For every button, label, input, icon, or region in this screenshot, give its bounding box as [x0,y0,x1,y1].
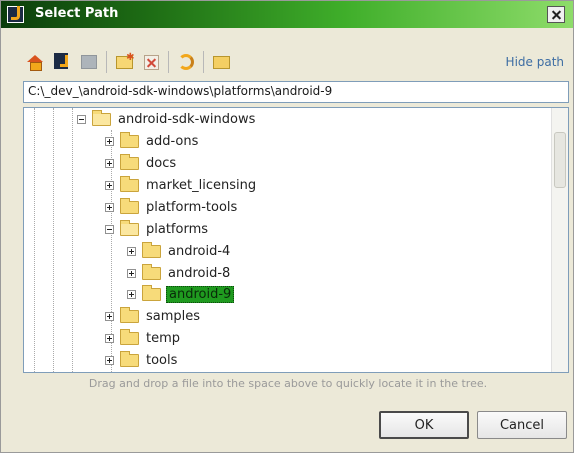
expand-icon[interactable] [105,158,114,168]
module-icon [81,55,97,69]
folder-icon [212,55,230,69]
delete-button[interactable] [139,50,163,74]
tree-node[interactable]: android-4 [127,241,232,261]
expand-icon[interactable] [127,289,136,299]
folder-icon [120,197,139,214]
folder-icon [120,131,139,148]
tree-node-label: android-sdk-windows [118,111,256,127]
tree-node[interactable]: add-ons [105,131,200,151]
tree-node-label: android-8 [168,265,231,281]
folder-icon [120,175,139,192]
toolbar [23,49,236,75]
folder-icon [120,328,139,345]
expand-icon[interactable] [127,268,136,278]
tree-node-label: temp [146,330,181,346]
expand-icon[interactable] [105,136,114,146]
collapse-icon[interactable] [77,114,86,124]
home-icon [27,55,43,71]
tree-node-label: add-ons [146,133,199,149]
project-icon [54,53,70,71]
folder-icon [120,306,139,323]
tree-node[interactable]: temp [105,328,182,348]
toolbar-separator [203,51,204,73]
tree-node[interactable]: samples [105,306,202,326]
folder-icon [142,263,161,280]
tree-node-label: android-4 [168,243,231,259]
expand-icon[interactable] [105,202,114,212]
show-hidden-button[interactable] [209,50,233,74]
tree-node-label: samples [146,308,201,324]
tree-node[interactable]: tools [105,350,179,370]
new-folder-icon [115,52,135,69]
toolbar-separator [168,51,169,73]
tree-guide-line [72,108,73,372]
window-title: Select Path [35,6,119,21]
expand-icon[interactable] [105,311,114,321]
expand-icon[interactable] [127,246,136,256]
tree-node-label: platforms [146,221,209,237]
tree-node-label: platform-tools [146,199,238,215]
title-bar[interactable]: Select Path [1,1,573,28]
folder-icon [142,284,161,301]
tree-node-label: market_licensing [146,177,257,193]
new-folder-button[interactable] [112,50,136,74]
path-input[interactable]: C:\_dev_\android-sdk-windows\platforms\a… [23,81,569,103]
tree-node[interactable]: docs [105,153,178,173]
tree-guide-line [53,108,54,372]
expand-icon[interactable] [105,180,114,190]
tree-node[interactable]: android-8 [127,263,232,283]
tree-node-label: tools [146,352,178,368]
select-path-dialog: Select Path Hide path C:\_dev_\android-s… [0,0,574,453]
delete-icon [143,54,159,70]
folder-open-icon [92,109,111,126]
ok-button[interactable]: OK [379,411,469,439]
refresh-button[interactable] [174,50,198,74]
scrollbar-thumb[interactable] [554,132,566,188]
tree-node[interactable]: market_licensing [105,175,258,195]
tree-node[interactable]: android-sdk-windows [77,109,257,129]
folder-tree[interactable]: android-sdk-windows add-ons docs market_… [23,107,569,373]
tree-node-label: android-9 [166,285,235,303]
module-button[interactable] [77,50,101,74]
home-button[interactable] [23,50,47,74]
collapse-icon[interactable] [105,224,114,234]
toolbar-separator [106,51,107,73]
app-logo-icon [7,6,24,23]
drag-drop-hint: Drag and drop a file into the space abov… [88,377,488,390]
folder-icon [120,350,139,367]
tree-node-selected[interactable]: android-9 [127,284,235,304]
hide-path-link[interactable]: Hide path [506,55,564,69]
cancel-button[interactable]: Cancel [477,411,567,439]
vertical-scrollbar[interactable] [551,108,568,372]
tree-node[interactable]: platforms [105,219,210,239]
tree-guide-line [34,108,35,372]
folder-icon [120,153,139,170]
close-button[interactable] [547,6,565,23]
folder-icon [142,241,161,258]
tree-node-label: docs [146,155,177,171]
expand-icon[interactable] [105,355,114,365]
expand-icon[interactable] [105,333,114,343]
project-button[interactable] [50,50,74,74]
tree-node[interactable]: platform-tools [105,197,239,217]
folder-open-icon [120,219,139,236]
refresh-icon [178,54,194,70]
